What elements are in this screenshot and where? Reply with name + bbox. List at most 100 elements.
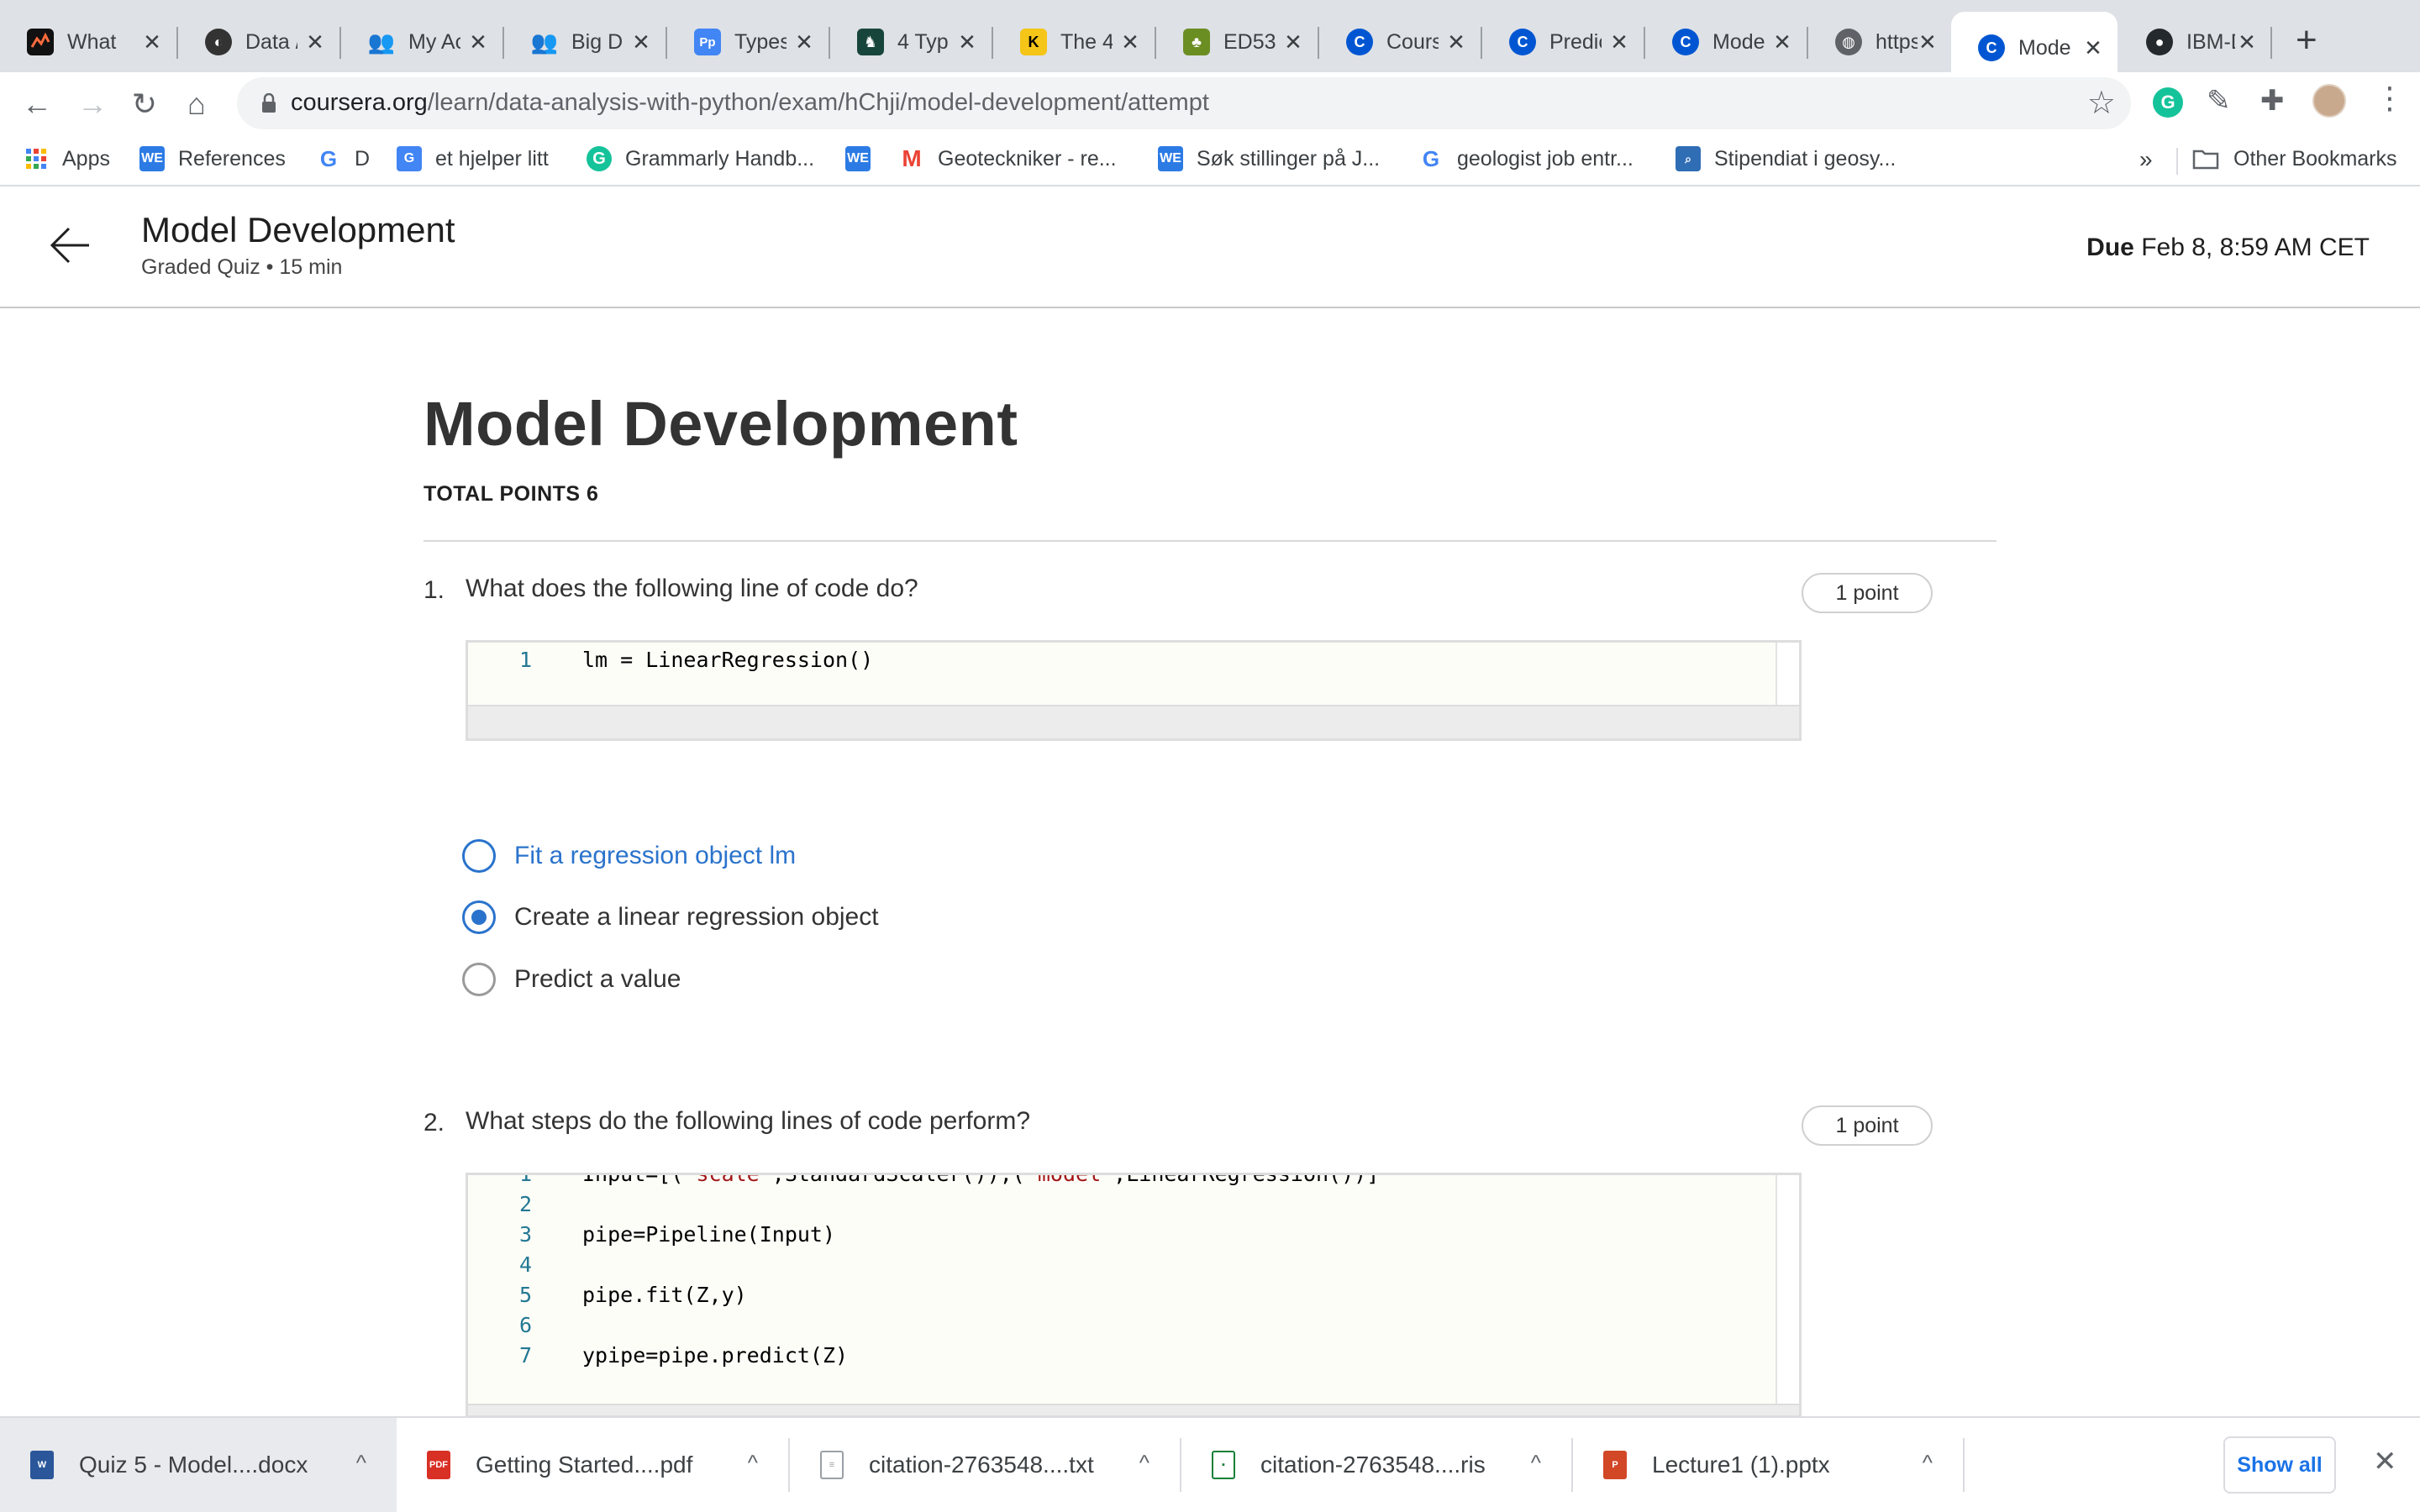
close-tab-icon[interactable]: ✕ — [2235, 29, 2259, 55]
download-item[interactable]: ▪ citation-2763548....ris ^ — [1181, 1418, 1571, 1512]
back-arrow-icon[interactable] — [47, 222, 94, 269]
people-favicon: 👥 — [530, 29, 559, 55]
globe-favicon: ◍ — [1835, 29, 1862, 55]
bookmark-geoteckniker[interactable]: M Geoteckniker - re... — [899, 145, 1116, 171]
radio-button-checked[interactable] — [462, 900, 496, 934]
bookmark-geologist[interactable]: G geologist job entr... — [1418, 146, 1634, 171]
new-tab-plus-icon[interactable]: + — [2296, 22, 2317, 59]
coursera-favicon: C — [1346, 29, 1373, 55]
bookmark-stipendiat[interactable]: ⌕ Stipendiat i geosy... — [1676, 146, 1896, 171]
powerpoint-icon: P — [1603, 1451, 1627, 1479]
browser-tab[interactable]: Pp Types ✕ — [667, 17, 829, 67]
close-tab-icon[interactable]: ✕ — [1770, 29, 1795, 55]
ris-file-icon: ▪ — [1212, 1451, 1235, 1479]
answer-label[interactable]: Create a linear regression object — [514, 903, 879, 932]
close-tab-icon[interactable]: ✕ — [1118, 29, 1143, 55]
tree-favicon: ♣ — [1183, 29, 1210, 55]
close-tab-icon[interactable]: ✕ — [629, 29, 654, 55]
bookmark-sok-stillinger[interactable]: WE Søk stillinger på J... — [1158, 146, 1380, 171]
download-item[interactable]: PDF Getting Started....pdf ^ — [397, 1418, 788, 1512]
browser-tab[interactable]: 👥 My Ac ✕ — [341, 17, 502, 67]
browser-tab[interactable]: C Mode ✕ — [1645, 17, 1807, 67]
browser-tab[interactable]: K The 4 ✕ — [993, 17, 1155, 67]
close-tab-icon[interactable]: ✕ — [955, 29, 980, 55]
chevron-up-icon[interactable]: ^ — [356, 1450, 366, 1476]
total-points: TOTAL POINTS 6 — [424, 482, 599, 506]
browser-tab[interactable]: ♞ 4 Typ ✕ — [830, 17, 992, 67]
quiz-header-subtitle: Graded Quiz • 15 min — [141, 255, 343, 279]
download-item[interactable]: P Lecture1 (1).pptx ^ — [1573, 1418, 1963, 1512]
page-title: Model Development — [424, 389, 1018, 459]
close-tab-icon[interactable]: ✕ — [1918, 29, 1938, 55]
bookmark-d[interactable]: G D — [316, 146, 370, 171]
bookmark-grammarly[interactable]: G Grammarly Handb... — [587, 146, 814, 171]
pp-favicon: Pp — [694, 29, 721, 55]
chevron-up-icon[interactable]: ^ — [1531, 1450, 1541, 1476]
close-tab-icon[interactable]: ✕ — [1281, 29, 1306, 55]
eyedropper-extension-icon[interactable]: ✎ — [2207, 84, 2231, 118]
browser-menu-icon[interactable]: ⋮ — [2375, 81, 2405, 116]
bookmarks-overflow-chevron[interactable]: » — [2139, 146, 2153, 173]
browser-tab[interactable]: C Cours ✕ — [1319, 17, 1481, 67]
back-nav-icon[interactable]: ← — [15, 82, 59, 126]
reload-icon[interactable]: ↻ — [123, 82, 166, 126]
browser-tab[interactable]: ◐ Data / ✕ — [178, 17, 339, 67]
we-icon: WE — [1158, 146, 1183, 171]
spartan-favicon: ♞ — [857, 29, 884, 55]
close-tab-icon[interactable]: ✕ — [792, 29, 817, 55]
answer-option[interactable]: Fit a regression object lm — [462, 836, 796, 876]
tab-title: The 4 — [1060, 29, 1113, 54]
code-text: Input=[('scale',StandardScaler()),('mode… — [582, 1173, 1380, 1186]
other-bookmarks[interactable]: Other Bookmarks — [2191, 146, 2397, 171]
download-filename: citation-2763548....txt — [869, 1452, 1094, 1478]
bookmark-star-icon[interactable]: ☆ — [2087, 84, 2116, 122]
code-block[interactable]: 1 Input=[('scale',StandardScaler()),('mo… — [466, 1173, 1802, 1418]
close-tab-icon[interactable]: ✕ — [2081, 35, 2106, 61]
address-bar[interactable]: coursera.org/learn/data-analysis-with-py… — [237, 77, 2131, 129]
profile-avatar[interactable] — [2312, 84, 2346, 118]
grammarly-extension-icon[interactable]: G — [2153, 87, 2183, 118]
bookmark-et-hjelper[interactable]: G et hjelper litt — [397, 146, 549, 171]
chevron-up-icon[interactable]: ^ — [1139, 1450, 1150, 1476]
close-tab-icon[interactable]: ✕ — [139, 29, 165, 55]
coursera-favicon: C — [1672, 29, 1699, 55]
radio-button[interactable] — [462, 963, 496, 996]
chevron-up-icon[interactable]: ^ — [748, 1450, 758, 1476]
bookmark-apps[interactable]: Apps — [24, 146, 110, 171]
answer-option-selected[interactable]: Create a linear regression object — [462, 897, 879, 937]
answer-option[interactable]: Predict a value — [462, 959, 681, 1000]
bookmark-references[interactable]: WE References — [139, 146, 286, 171]
forward-nav-icon[interactable]: → — [71, 82, 114, 126]
chevron-up-icon[interactable]: ^ — [1923, 1450, 1933, 1476]
gmail-icon: M — [902, 145, 922, 171]
bookmark-we[interactable]: WE — [845, 146, 884, 171]
show-all-downloads-button[interactable]: Show all — [2223, 1436, 2336, 1494]
close-tab-icon[interactable]: ✕ — [466, 29, 491, 55]
download-item[interactable]: W Quiz 5 - Model....docx ^ — [0, 1418, 397, 1512]
home-icon[interactable]: ⌂ — [175, 82, 218, 126]
bookmark-label: References — [178, 146, 286, 171]
code-scrollbar[interactable] — [468, 705, 1799, 738]
question-number: 2. — [424, 1109, 445, 1137]
browser-tab[interactable]: What ✕ — [0, 17, 176, 67]
browser-tab[interactable]: ◍ https: ✕ — [1808, 17, 1949, 67]
close-tab-icon[interactable]: ✕ — [302, 29, 328, 55]
browser-tab[interactable]: ♣ ED53 ✕ — [1156, 17, 1318, 67]
extensions-puzzle-icon[interactable]: ✚ — [2260, 84, 2285, 118]
due-label: Due — [2086, 234, 2134, 261]
close-tab-icon[interactable]: ✕ — [1607, 29, 1632, 55]
close-tab-icon[interactable]: ✕ — [1444, 29, 1469, 55]
close-shelf-icon[interactable]: ✕ — [2373, 1445, 2397, 1478]
download-item[interactable]: ≡ citation-2763548....txt ^ — [790, 1418, 1180, 1512]
answer-label[interactable]: Fit a regression object lm — [514, 842, 796, 870]
tab-title: What — [67, 29, 117, 54]
lock-icon — [262, 93, 276, 113]
answer-label[interactable]: Predict a value — [514, 965, 681, 994]
code-block[interactable]: 1 lm = LinearRegression() — [466, 640, 1802, 741]
code-text: lm = LinearRegression() — [582, 648, 874, 672]
browser-tab[interactable]: C Predic ✕ — [1482, 17, 1644, 67]
browser-tab[interactable]: ● IBM-D ✕ — [2119, 17, 2270, 67]
pdf-icon: PDF — [427, 1451, 450, 1479]
browser-tab[interactable]: 👥 Big D ✕ — [504, 17, 666, 67]
radio-button[interactable] — [462, 839, 496, 873]
